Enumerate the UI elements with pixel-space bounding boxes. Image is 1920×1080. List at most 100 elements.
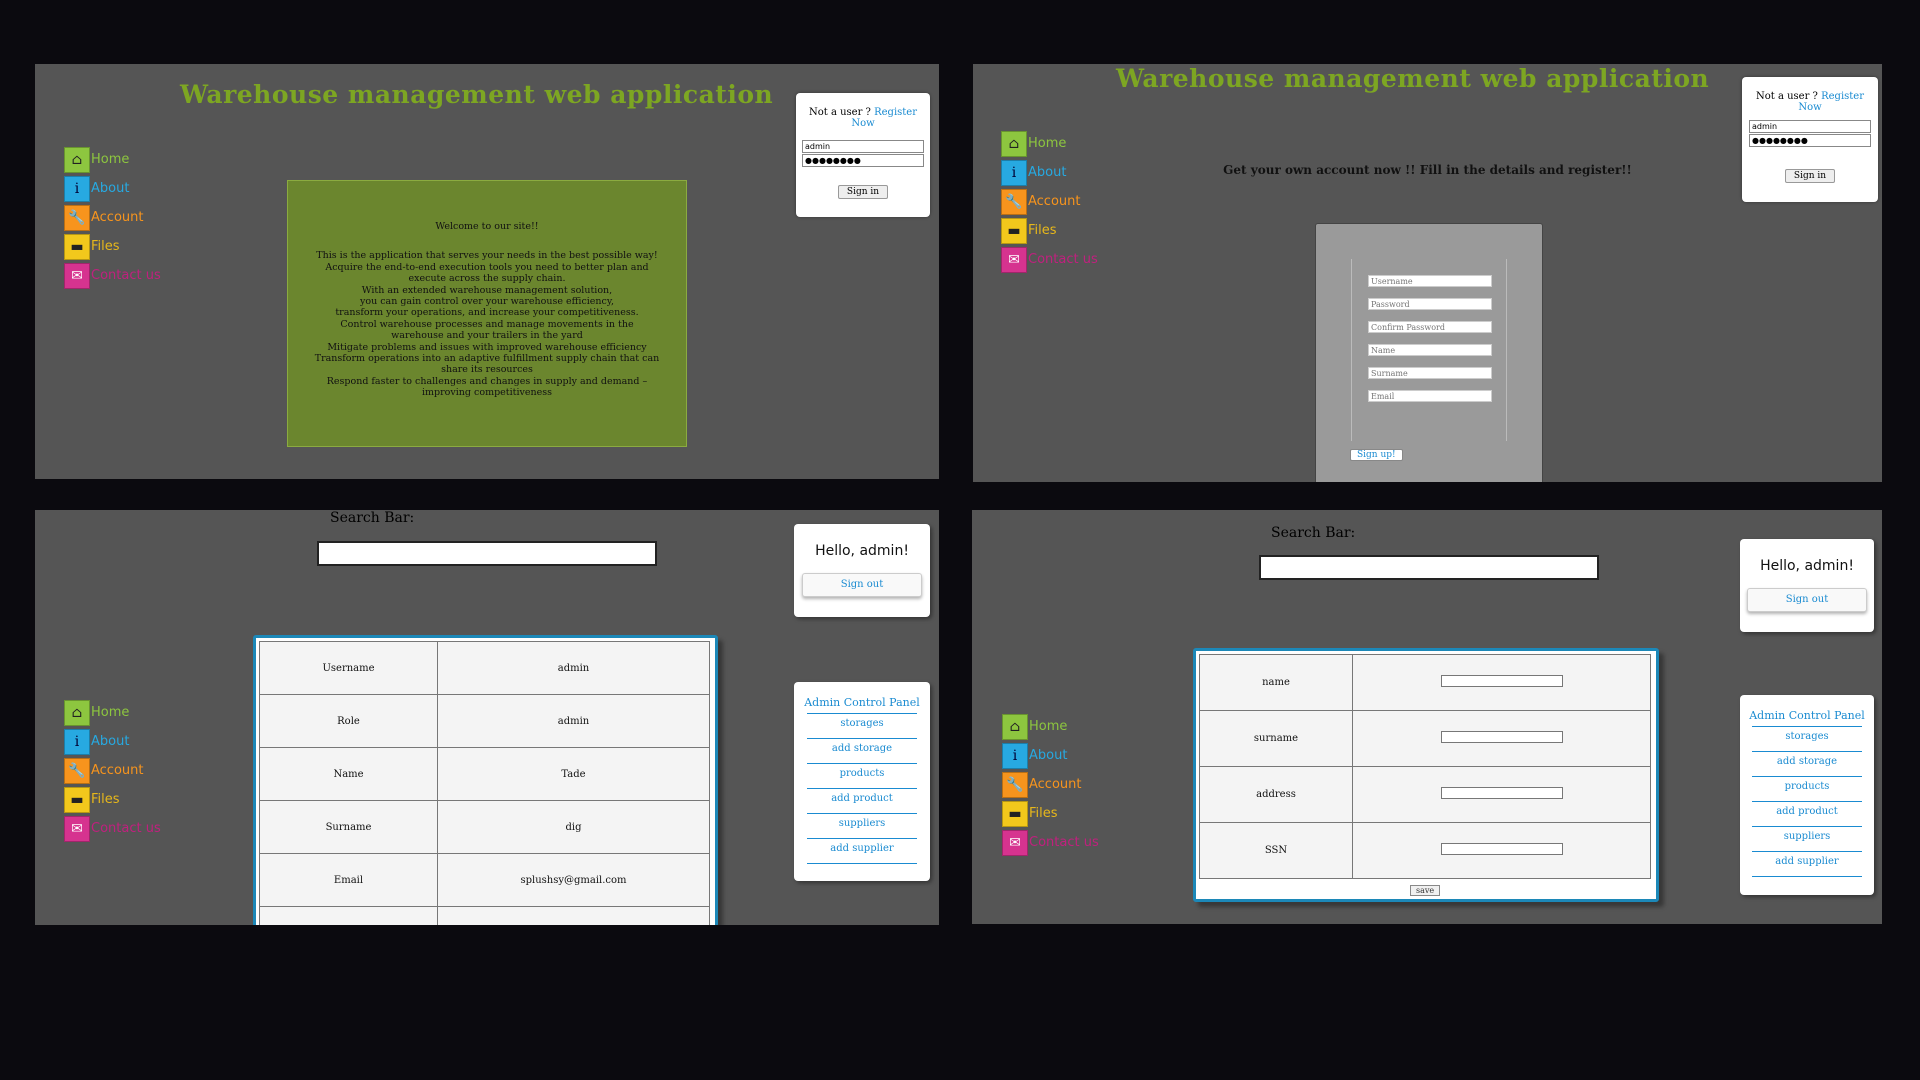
nav-files[interactable]: ▬ Files — [1001, 216, 1098, 245]
nav-contact[interactable]: ✉ Contact us — [64, 814, 161, 843]
folder-icon: ▬ — [1002, 800, 1028, 827]
table-row: Username admin — [259, 641, 710, 695]
reg-username-input[interactable] — [1368, 275, 1492, 287]
password-input[interactable] — [802, 154, 924, 167]
supplier-name-input[interactable] — [1440, 675, 1563, 687]
side-nav: ⌂ Home i About 🔧 Account ▬ Files ✉ Contact us — [1002, 712, 1099, 857]
welcome-box: Welcome to our site!! This is the applic… — [287, 180, 687, 447]
reg-name-input[interactable] — [1368, 344, 1492, 356]
welcome-line: transform your operations, and increase … — [335, 307, 639, 319]
save-button[interactable]: save — [1410, 885, 1441, 896]
nav-account[interactable]: 🔧 Account — [64, 203, 161, 232]
session-box: Hello, admin! Sign out — [1740, 539, 1874, 632]
session-box: Hello, admin! Sign out — [794, 524, 930, 617]
signin-button[interactable]: Sign in — [1784, 169, 1836, 183]
username-input[interactable] — [802, 140, 924, 153]
nav-files[interactable]: ▬ Files — [64, 785, 161, 814]
nav-account[interactable]: 🔧 Account — [64, 756, 161, 785]
admin-link-add-supplier[interactable]: add supplier — [807, 838, 917, 863]
home-page-screenshot: Warehouse management web application ⌂ Ho… — [35, 64, 939, 479]
nav-contact[interactable]: ✉ Contact us — [1001, 245, 1098, 274]
nav-files[interactable]: ▬ Files — [1002, 799, 1099, 828]
supplier-surname-input[interactable] — [1440, 731, 1563, 743]
admin-link-products[interactable]: products — [1752, 776, 1862, 801]
reg-surname-input[interactable] — [1368, 367, 1492, 379]
folder-icon: ▬ — [1001, 217, 1027, 244]
nav-home[interactable]: ⌂ Home — [1002, 712, 1099, 741]
profile-key: Role — [259, 694, 438, 748]
search-input[interactable] — [317, 541, 657, 566]
signout-button[interactable]: Sign out — [802, 573, 922, 597]
password-input[interactable] — [1749, 134, 1871, 147]
app-title: Warehouse management web application — [180, 80, 774, 109]
username-input[interactable] — [1749, 120, 1871, 133]
welcome-line: With an extended warehouse management so… — [361, 284, 613, 296]
admin-link-add-storage[interactable]: add storage — [1752, 751, 1862, 776]
profile-table: Username admin Role admin Name Tade Surn… — [259, 641, 710, 925]
wrench-icon: 🔧 — [1001, 188, 1027, 215]
nav-account[interactable]: 🔧 Account — [1002, 770, 1099, 799]
welcome-line: warehouse and your trailers in the yard — [391, 330, 583, 342]
form-label: SSN — [1199, 822, 1353, 879]
nav-about[interactable]: i About — [64, 174, 161, 203]
profile-key: Name — [259, 747, 438, 801]
supplier-ssn-input[interactable] — [1440, 843, 1563, 855]
reg-password-input[interactable] — [1368, 298, 1492, 310]
form-label: address — [1199, 766, 1353, 823]
register-prompt: Not a user ? Register Now — [1755, 91, 1864, 113]
info-icon: i — [1002, 742, 1028, 769]
form-label: surname — [1199, 710, 1353, 767]
welcome-line: you can gain control over your warehouse… — [360, 296, 614, 308]
admin-link-suppliers[interactable]: suppliers — [1752, 826, 1862, 851]
nav-home[interactable]: ⌂ Home — [1001, 129, 1098, 158]
admin-link-add-product[interactable]: add product — [807, 788, 917, 813]
home-icon: ⌂ — [64, 146, 90, 173]
nav-about[interactable]: i About — [1002, 741, 1099, 770]
greeting: Hello, admin! — [815, 543, 909, 559]
admin-panel-title: Admin Control Panel — [804, 696, 920, 709]
mail-icon: ✉ — [64, 262, 90, 289]
profile-key: Email — [259, 853, 438, 907]
register-prompt: Not a user ? Register Now — [808, 107, 917, 129]
signup-button[interactable]: Sign up! — [1350, 449, 1403, 461]
nav-account[interactable]: 🔧 Account — [1001, 187, 1098, 216]
welcome-line: share its resources — [441, 364, 533, 376]
admin-link-suppliers[interactable]: suppliers — [807, 813, 917, 838]
welcome-line: Transform operations into an adaptive fu… — [314, 353, 660, 365]
profile-key: Surname — [259, 800, 438, 854]
nav-files[interactable]: ▬ Files — [64, 232, 161, 261]
profile-key: Username — [259, 641, 438, 695]
admin-link-products[interactable]: products — [807, 763, 917, 788]
signout-button[interactable]: Sign out — [1747, 588, 1867, 612]
admin-link-add-product[interactable]: add product — [1752, 801, 1862, 826]
welcome-title: Welcome to our site!! — [435, 221, 539, 232]
nav-about[interactable]: i About — [64, 727, 161, 756]
search-input[interactable] — [1259, 555, 1599, 580]
side-nav: ⌂ Home i About 🔧 Account ▬ Files ✉ Contact us — [64, 698, 161, 843]
profile-value: Tade — [437, 747, 710, 801]
supplier-form-card: name surname address SSN save — [1193, 648, 1659, 902]
nav-home[interactable]: ⌂ Home — [64, 698, 161, 727]
supplier-form-table: name surname address SSN — [1199, 654, 1651, 879]
signin-button[interactable]: Sign in — [837, 185, 889, 199]
home-icon: ⌂ — [64, 699, 90, 726]
profile-value: admin — [437, 641, 710, 695]
register-page-screenshot: Warehouse management web application ⌂ Ho… — [973, 64, 1882, 482]
profile-value: splushsy@gmail.com — [437, 853, 710, 907]
admin-link-storages[interactable]: storages — [807, 713, 917, 738]
app-title: Warehouse management web application — [1116, 64, 1710, 93]
reg-email-input[interactable] — [1368, 390, 1492, 402]
nav-contact[interactable]: ✉ Contact us — [64, 261, 161, 290]
info-icon: i — [64, 175, 90, 202]
nav-home[interactable]: ⌂ Home — [64, 145, 161, 174]
welcome-line: improving competitiveness — [422, 387, 552, 399]
admin-control-panel: Admin Control Panel storages add storage… — [794, 682, 930, 881]
admin-link-add-storage[interactable]: add storage — [807, 738, 917, 763]
profile-value: admin — [437, 694, 710, 748]
reg-confirm-password-input[interactable] — [1368, 321, 1492, 333]
form-label: name — [1199, 654, 1353, 711]
admin-link-storages[interactable]: storages — [1752, 726, 1862, 751]
admin-link-add-supplier[interactable]: add supplier — [1752, 851, 1862, 876]
nav-contact[interactable]: ✉ Contact us — [1002, 828, 1099, 857]
supplier-address-input[interactable] — [1440, 787, 1563, 799]
